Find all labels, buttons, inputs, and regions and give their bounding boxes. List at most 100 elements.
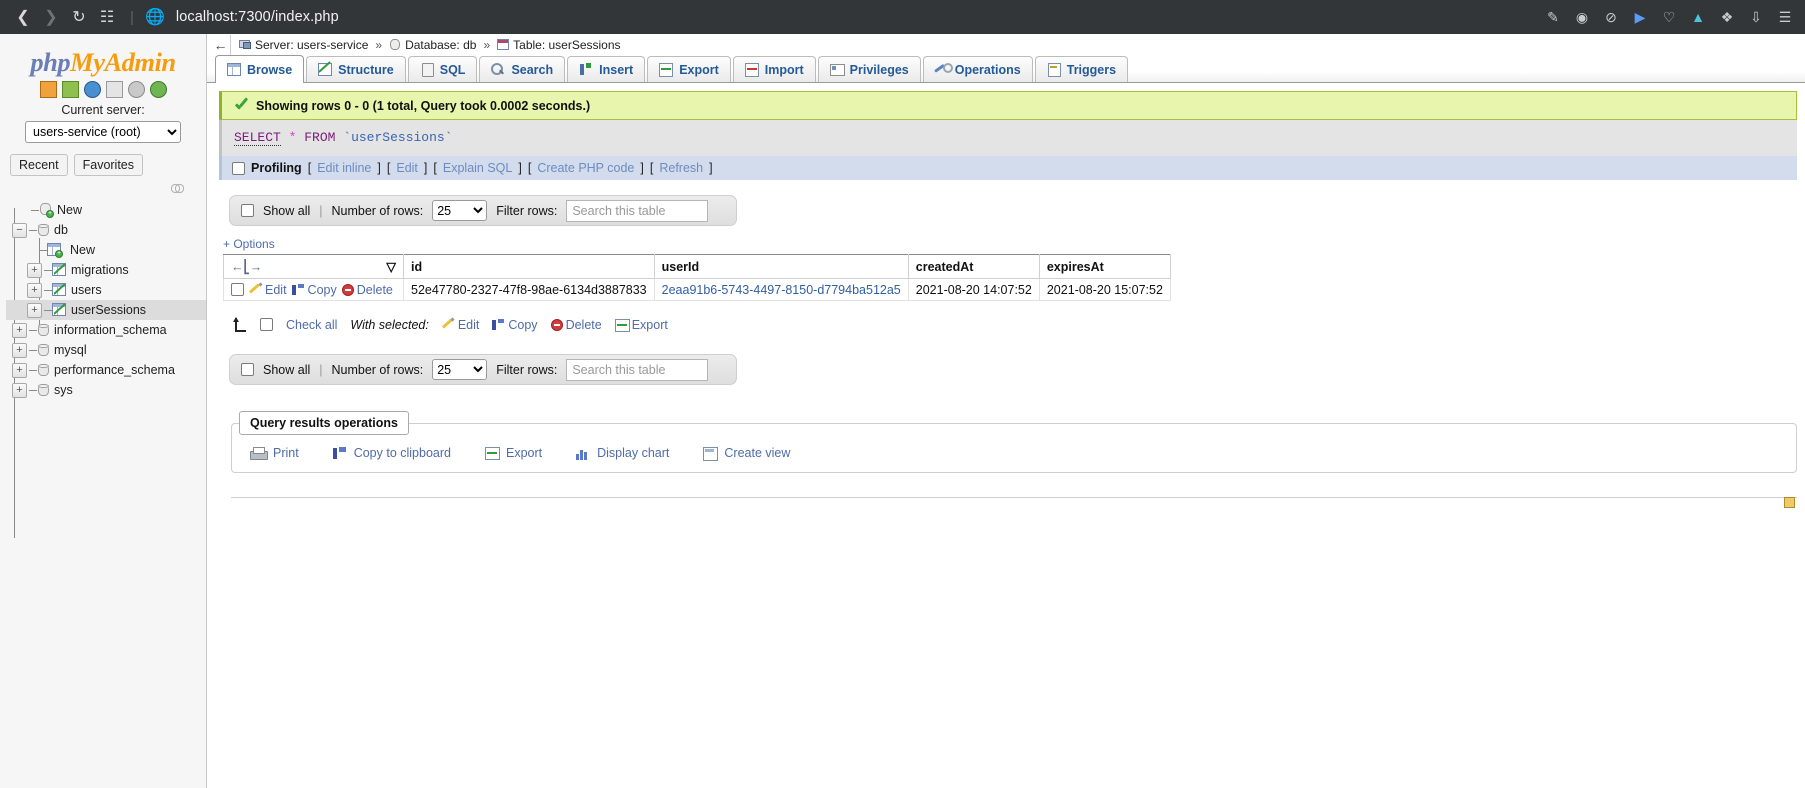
recent-button[interactable]: Recent	[10, 154, 68, 176]
breadcrumb-database[interactable]: Database: db	[389, 38, 476, 52]
server-select[interactable]: users-service (root)	[25, 121, 181, 143]
breadcrumb-server[interactable]: Server: users-service	[239, 38, 368, 52]
number-of-rows-select-bottom[interactable]: 25	[432, 359, 488, 380]
play-icon[interactable]: ▶	[1630, 7, 1650, 27]
bulk-export-button[interactable]: Export	[614, 318, 668, 332]
row-edit-button[interactable]: Edit	[249, 283, 287, 297]
docs-icon[interactable]	[105, 81, 123, 98]
shield-icon[interactable]: ▲	[1688, 7, 1708, 27]
tree-expander-minus[interactable]: −	[12, 222, 27, 238]
tab-privileges[interactable]: Privileges	[817, 56, 921, 82]
export-button[interactable]: Export	[484, 446, 542, 460]
tab-operations[interactable]: Operations	[922, 56, 1033, 82]
tree-item-migrations[interactable]: + migrations	[6, 260, 206, 280]
puzzle-icon[interactable]: ❖	[1717, 7, 1737, 27]
column-header-expiresat[interactable]: expiresAt	[1038, 254, 1171, 279]
tree-item-new-database[interactable]: + New	[6, 200, 206, 220]
download-icon[interactable]: ⇩	[1746, 7, 1766, 27]
check-all-checkbox[interactable]	[260, 318, 273, 331]
column-header-id[interactable]: id	[403, 254, 655, 279]
tab-import[interactable]: Import	[732, 56, 816, 82]
footer-divider	[231, 497, 1797, 498]
tree-expander-plus[interactable]: +	[12, 342, 27, 358]
tree-item-db[interactable]: − db	[6, 220, 206, 240]
sort-direction-icon[interactable]: ←⎣→	[231, 259, 271, 274]
print-button[interactable]: Print	[250, 446, 299, 460]
logout-icon[interactable]	[61, 81, 79, 98]
heart-icon[interactable]: ♡	[1659, 7, 1679, 27]
refresh-link[interactable]: Refresh	[659, 161, 703, 175]
tree-item-users[interactable]: + users	[6, 280, 206, 300]
link-chain-icon[interactable]	[171, 183, 184, 193]
copy-to-clipboard-button[interactable]: Copy to clipboard	[332, 446, 451, 460]
bulk-copy-button[interactable]: Copy	[492, 318, 538, 332]
row-copy-button[interactable]: Copy	[291, 283, 337, 297]
tree-item-sys[interactable]: + sys	[6, 380, 206, 400]
edit-icon[interactable]: ✎	[1543, 7, 1563, 27]
bulk-delete-button[interactable]: Delete	[550, 318, 602, 332]
tree-item-new-table[interactable]: + New	[6, 240, 206, 260]
options-toggle-link[interactable]: + Options	[223, 237, 1805, 251]
row-delete-button[interactable]: Delete	[341, 283, 393, 297]
browser-forward-icon[interactable]: ❯	[38, 4, 64, 30]
tab-structure[interactable]: Structure	[306, 56, 406, 82]
edit-link[interactable]: Edit	[396, 161, 418, 175]
edit-inline-link[interactable]: Edit inline	[317, 161, 371, 175]
breadcrumb-back-icon[interactable]: ←	[211, 35, 231, 55]
menu-icon[interactable]: ☰	[1775, 7, 1795, 27]
browser-back-icon[interactable]: ❮	[10, 4, 36, 30]
check-all-label[interactable]: Check all	[286, 318, 337, 332]
profiling-checkbox[interactable]	[232, 161, 245, 175]
console-toggle-icon[interactable]	[1784, 497, 1795, 508]
tree-expander-plus[interactable]: +	[27, 262, 42, 278]
explain-sql-link[interactable]: Explain SQL	[443, 161, 512, 175]
browser-tabs-grid-icon[interactable]: ☷	[94, 4, 120, 30]
tree-expander-plus[interactable]: +	[12, 382, 27, 398]
tab-browse[interactable]: Browse	[215, 55, 305, 83]
bracket-close: ]	[377, 161, 381, 175]
tree-item-usersessions[interactable]: + userSessions	[6, 300, 206, 320]
settings-gear-icon[interactable]	[127, 81, 145, 98]
tab-triggers[interactable]: Triggers	[1034, 56, 1129, 82]
tree-expander-plus[interactable]: +	[12, 362, 27, 378]
column-header-createdat[interactable]: createdAt	[907, 254, 1040, 279]
create-php-code-link[interactable]: Create PHP code	[537, 161, 634, 175]
filter-rows-input-bottom[interactable]	[566, 358, 709, 381]
block-icon[interactable]: ⊘	[1601, 7, 1621, 27]
display-chart-button[interactable]: Display chart	[576, 446, 669, 460]
tree-expander-plus[interactable]: +	[27, 302, 42, 318]
logo-php-text: php	[30, 47, 71, 77]
tab-export[interactable]: Export	[647, 56, 731, 82]
tab-sql[interactable]: SQL	[407, 56, 478, 82]
show-all-checkbox-bottom[interactable]	[241, 363, 254, 376]
tree-expander-plus[interactable]: +	[27, 282, 42, 298]
tab-search[interactable]: Search	[479, 56, 566, 82]
row-select-checkbox[interactable]	[231, 283, 244, 296]
tree-item-mysql[interactable]: + mysql	[6, 340, 206, 360]
address-bar[interactable]: localhost:7300/index.php	[176, 9, 1543, 25]
bracket-close: ]	[423, 161, 428, 175]
breadcrumb-table[interactable]: Table: userSessions	[497, 38, 621, 52]
help-icon[interactable]	[83, 81, 101, 98]
create-view-button[interactable]: Create view	[703, 446, 790, 461]
table-row[interactable]: Edit Copy Delete 52e47780-2327-47f8-98ae…	[223, 278, 1171, 301]
column-chooser-icon[interactable]: ▽	[386, 259, 396, 274]
sort-control-header[interactable]: ←⎣→ ▽	[223, 254, 404, 279]
browser-reload-icon[interactable]: ↻	[66, 4, 92, 30]
camera-icon[interactable]: ◉	[1572, 7, 1592, 27]
show-all-checkbox-top[interactable]	[241, 204, 254, 217]
userid-link[interactable]: 2eaa91b6-5743-4497-8150-d7794ba512a5	[662, 283, 901, 297]
favorites-button[interactable]: Favorites	[73, 154, 144, 176]
phpmyadmin-logo[interactable]: phpMyAdmin	[0, 47, 206, 78]
bulk-edit-button[interactable]: Edit	[442, 318, 480, 332]
column-header-userid[interactable]: userId	[653, 254, 909, 279]
tree-expander-plus[interactable]: +	[12, 322, 27, 338]
tree-item-information-schema[interactable]: + information_schema	[6, 320, 206, 340]
reload-icon[interactable]	[149, 81, 167, 98]
tree-item-performance-schema[interactable]: + performance_schema	[6, 360, 206, 380]
sql-query-display[interactable]: SELECT * FROM `userSessions`	[219, 120, 1797, 156]
filter-rows-input-top[interactable]	[566, 199, 709, 222]
number-of-rows-select-top[interactable]: 25	[432, 200, 488, 221]
home-icon[interactable]	[39, 81, 57, 98]
tab-insert[interactable]: Insert	[567, 56, 646, 82]
